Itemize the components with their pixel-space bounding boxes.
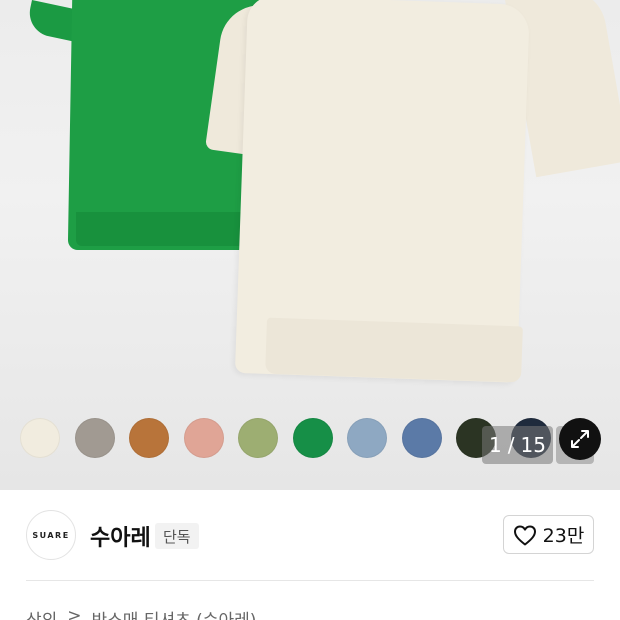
color-swatch[interactable] [20,418,60,458]
color-swatch[interactable] [74,418,115,458]
exclusive-badge: 단독 [155,523,199,549]
cream-shirt-hem [265,317,523,383]
brand-logo-text: SUARE [32,530,70,540]
expand-button[interactable] [559,418,601,460]
like-button[interactable]: 23만 [503,515,594,554]
breadcrumb-item-subcategory[interactable]: 반소매 티셔츠 (수아레) [92,606,257,620]
brand-row: SUARE 수아레 단독 23만 [0,490,620,580]
product-image-gallery[interactable]: 1 / 15 [0,0,620,490]
heart-icon [513,525,536,545]
image-counter-separator: / [507,433,515,457]
color-swatch[interactable] [347,418,387,458]
color-swatch[interactable] [292,418,333,458]
green-shirt-hem [76,212,256,246]
color-swatch[interactable] [401,418,442,458]
image-counter: 1 / 15 [482,426,553,464]
expand-arrows-icon [571,430,589,448]
breadcrumb-separator: > [67,606,82,620]
brand-logo[interactable]: SUARE [26,510,76,560]
color-swatch-list [20,418,551,458]
color-swatch[interactable] [183,418,224,458]
image-counter-total: 15 [520,433,546,457]
like-count: 23만 [542,525,585,547]
brand-name[interactable]: 수아레 [90,520,151,552]
color-swatch[interactable] [129,418,169,458]
color-swatch[interactable] [238,418,278,458]
image-counter-current: 1 [489,433,502,457]
breadcrumb-item-category[interactable]: 상의 [26,606,57,620]
breadcrumb: 상의 > 반소매 티셔츠 (수아레) [26,606,256,620]
divider [26,580,594,581]
